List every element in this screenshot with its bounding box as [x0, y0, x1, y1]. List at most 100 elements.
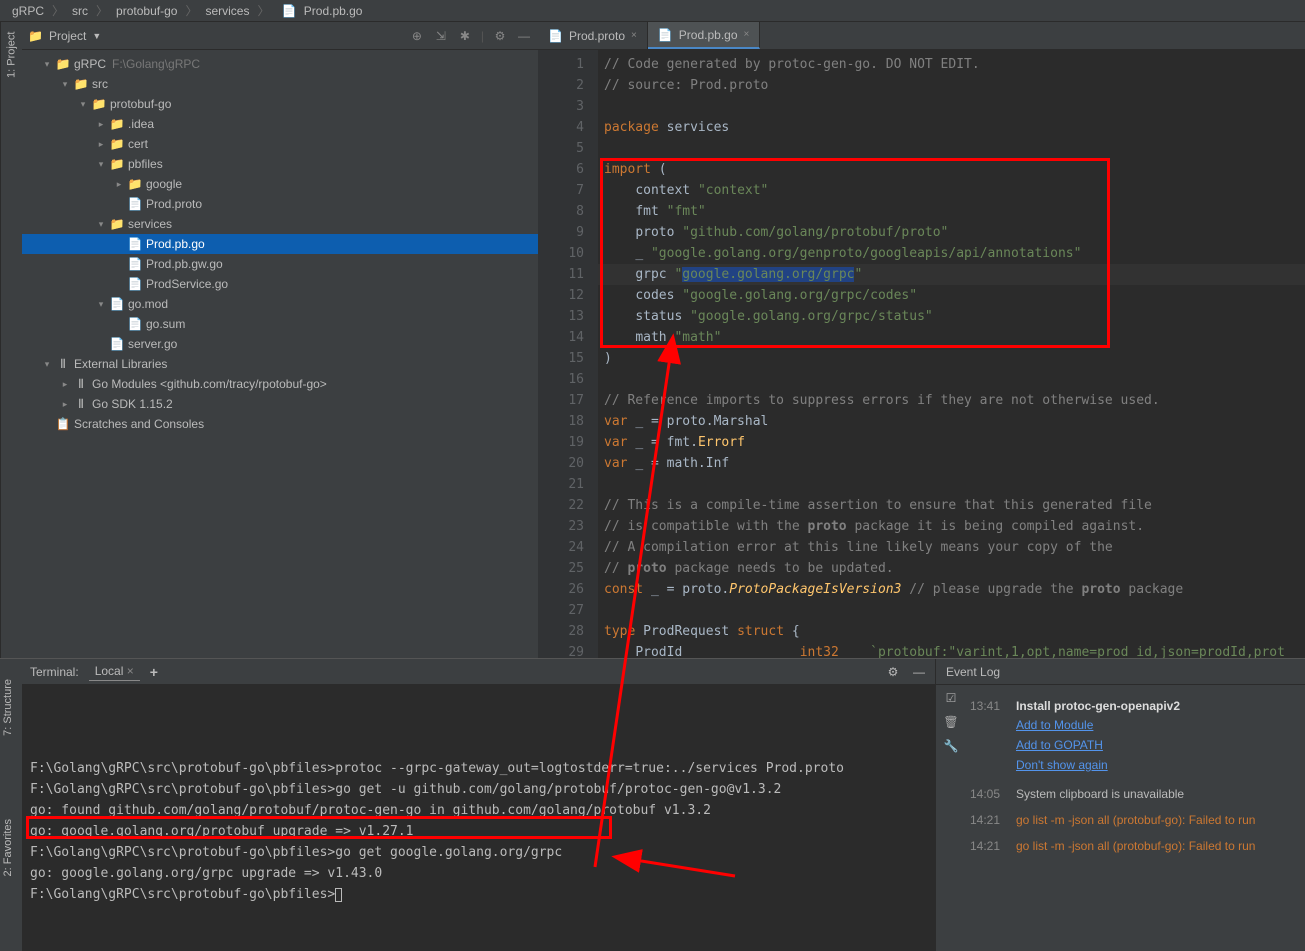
tree-item[interactable]: ▾📁gRPCF:\Golang\gRPC	[22, 54, 538, 74]
code-line[interactable]	[598, 600, 1305, 621]
trash-icon[interactable]: 🗑	[943, 715, 958, 729]
code-line[interactable]: var _ = math.Inf	[598, 453, 1305, 474]
event-item[interactable]: 14:05System clipboard is unavailable	[970, 781, 1301, 807]
side-tab-favorites[interactable]: 2: Favorites	[2, 819, 14, 876]
tree-item[interactable]: ▾📁src	[22, 74, 538, 94]
event-item[interactable]: 14:21go list -m -json all (protobuf-go):…	[970, 833, 1301, 859]
locate-icon[interactable]: ⊕	[409, 28, 425, 44]
tree-arrow[interactable]: ▸	[94, 119, 108, 130]
code-content[interactable]: // Code generated by protoc-gen-go. DO N…	[598, 50, 1305, 658]
code-line[interactable]: context "context"	[598, 180, 1305, 201]
tree-item[interactable]: ▾📁pbfiles	[22, 154, 538, 174]
code-line[interactable]: // source: Prod.proto	[598, 75, 1305, 96]
code-area[interactable]: 1234567891011121314151617181920212223242…	[538, 50, 1305, 658]
code-line[interactable]: status "google.golang.org/grpc/status"	[598, 306, 1305, 327]
tree-arrow[interactable]: ▾	[94, 159, 108, 170]
tree-item[interactable]: 📄ProdService.go	[22, 274, 538, 294]
close-icon[interactable]: ×	[744, 29, 750, 40]
code-line[interactable]: var _ = proto.Marshal	[598, 411, 1305, 432]
tree-item[interactable]: 📄go.sum	[22, 314, 538, 334]
tree-arrow[interactable]: ▾	[94, 299, 108, 310]
editor-tab[interactable]: 📄Prod.pb.go×	[648, 22, 761, 49]
event-time: 14:21	[970, 839, 1006, 853]
code-line[interactable]	[598, 474, 1305, 495]
breadcrumb-item[interactable]: gRPC	[8, 4, 48, 18]
code-line[interactable]: fmt "fmt"	[598, 201, 1305, 222]
terminal-tab-local[interactable]: Local ×	[89, 662, 140, 681]
gear-icon[interactable]: ⚙	[885, 664, 901, 680]
tree-arrow[interactable]: ▸	[58, 379, 72, 390]
tree-item[interactable]: ▾📄go.mod	[22, 294, 538, 314]
tree-arrow[interactable]: ▸	[112, 179, 126, 190]
tree-arrow[interactable]: ▸	[94, 139, 108, 150]
breadcrumb-item[interactable]: protobuf-go	[112, 4, 181, 18]
tree-item[interactable]: ▾📁protobuf-go	[22, 94, 538, 114]
code-line[interactable]: codes "google.golang.org/grpc/codes"	[598, 285, 1305, 306]
tree-arrow[interactable]: ▾	[76, 99, 90, 110]
tree-item[interactable]: ▸📁.idea	[22, 114, 538, 134]
code-line[interactable]: // is compatible with the proto package …	[598, 516, 1305, 537]
tree-item[interactable]: 📄server.go	[22, 334, 538, 354]
code-line[interactable]: // A compilation error at this line like…	[598, 537, 1305, 558]
wrench-icon[interactable]: 🔧	[944, 739, 959, 753]
code-line[interactable]: _ "google.golang.org/genproto/googleapis…	[598, 243, 1305, 264]
code-line[interactable]: // Reference imports to suppress errors …	[598, 390, 1305, 411]
tree-arrow[interactable]: ▾	[40, 59, 54, 70]
tree-arrow[interactable]: ▾	[40, 359, 54, 370]
code-line[interactable]	[598, 138, 1305, 159]
code-line[interactable]: const _ = proto.ProtoPackageIsVersion3 /…	[598, 579, 1305, 600]
tree-item[interactable]: ▾⫴External Libraries	[22, 354, 538, 374]
event-item[interactable]: 14:21go list -m -json all (protobuf-go):…	[970, 807, 1301, 833]
terminal-add-button[interactable]: +	[150, 664, 158, 680]
chevron-down-icon[interactable]: ▼	[92, 31, 101, 41]
close-icon[interactable]: ×	[127, 664, 134, 678]
breadcrumb-item[interactable]: src	[68, 4, 92, 18]
side-tab-project[interactable]: 1: Project	[0, 22, 22, 658]
event-item[interactable]: 13:41Install protoc-gen-openapiv2Add to …	[970, 693, 1301, 781]
code-line[interactable]: )	[598, 348, 1305, 369]
tree-item[interactable]: 📄Prod.pb.go	[22, 234, 538, 254]
event-link[interactable]: Add to Module	[1016, 715, 1301, 735]
editor-tab[interactable]: 📄Prod.proto×	[538, 22, 648, 49]
tree-arrow[interactable]: ▾	[94, 219, 108, 230]
event-link[interactable]: Add to GOPATH	[1016, 735, 1301, 755]
collapse-icon[interactable]: ⇲	[433, 28, 449, 44]
close-icon[interactable]: ×	[631, 30, 637, 41]
tree-item[interactable]: ▸⫴Go Modules <github.com/tracy/rpotobuf-…	[22, 374, 538, 394]
tree-item[interactable]: ▸📁cert	[22, 134, 538, 154]
tree-item[interactable]: 📋Scratches and Consoles	[22, 414, 538, 434]
check-icon[interactable]: ☑	[946, 691, 957, 705]
tree-item[interactable]: ▸⫴Go SDK 1.15.2	[22, 394, 538, 414]
code-line[interactable]: // proto package needs to be updated.	[598, 558, 1305, 579]
code-line[interactable]: math "math"	[598, 327, 1305, 348]
tree-item[interactable]: ▾📁services	[22, 214, 538, 234]
code-line[interactable]: package services	[598, 117, 1305, 138]
tree-arrow[interactable]: ▸	[58, 399, 72, 410]
breadcrumb-item[interactable]: services	[201, 4, 253, 18]
code-line[interactable]: // Code generated by protoc-gen-go. DO N…	[598, 54, 1305, 75]
code-line[interactable]: // This is a compile-time assertion to e…	[598, 495, 1305, 516]
side-tab-structure[interactable]: 7: Structure	[2, 679, 14, 736]
code-line[interactable]	[598, 369, 1305, 390]
code-line[interactable]: type ProdRequest struct {	[598, 621, 1305, 642]
breadcrumb-item[interactable]: 📄 Prod.pb.go	[273, 4, 366, 18]
code-line[interactable]: ProdId int32 `protobuf:"varint,1,opt,nam…	[598, 642, 1305, 658]
code-line[interactable]: grpc "google.golang.org/grpc"	[598, 264, 1305, 285]
tree-item[interactable]: 📄Prod.pb.gw.go	[22, 254, 538, 274]
go-icon: 📄	[108, 337, 126, 351]
code-line[interactable]: import (	[598, 159, 1305, 180]
code-line[interactable]	[598, 96, 1305, 117]
gear-icon[interactable]: ⚙	[492, 28, 508, 44]
hide-icon[interactable]: —	[516, 28, 532, 44]
hide-icon[interactable]: —	[911, 664, 927, 680]
tree-label: cert	[128, 137, 148, 151]
tree-item[interactable]: 📄Prod.proto	[22, 194, 538, 214]
settings-icon[interactable]: ✱	[457, 28, 473, 44]
event-link[interactable]: Don't show again	[1016, 755, 1301, 775]
code-line[interactable]: proto "github.com/golang/protobuf/proto"	[598, 222, 1305, 243]
project-tree[interactable]: ▾📁gRPCF:\Golang\gRPC▾📁src▾📁protobuf-go▸📁…	[22, 50, 538, 658]
tree-arrow[interactable]: ▾	[58, 79, 72, 90]
terminal-content[interactable]: F:\Golang\gRPC\src\protobuf-go\pbfiles>p…	[22, 685, 935, 951]
tree-item[interactable]: ▸📁google	[22, 174, 538, 194]
code-line[interactable]: var _ = fmt.Errorf	[598, 432, 1305, 453]
